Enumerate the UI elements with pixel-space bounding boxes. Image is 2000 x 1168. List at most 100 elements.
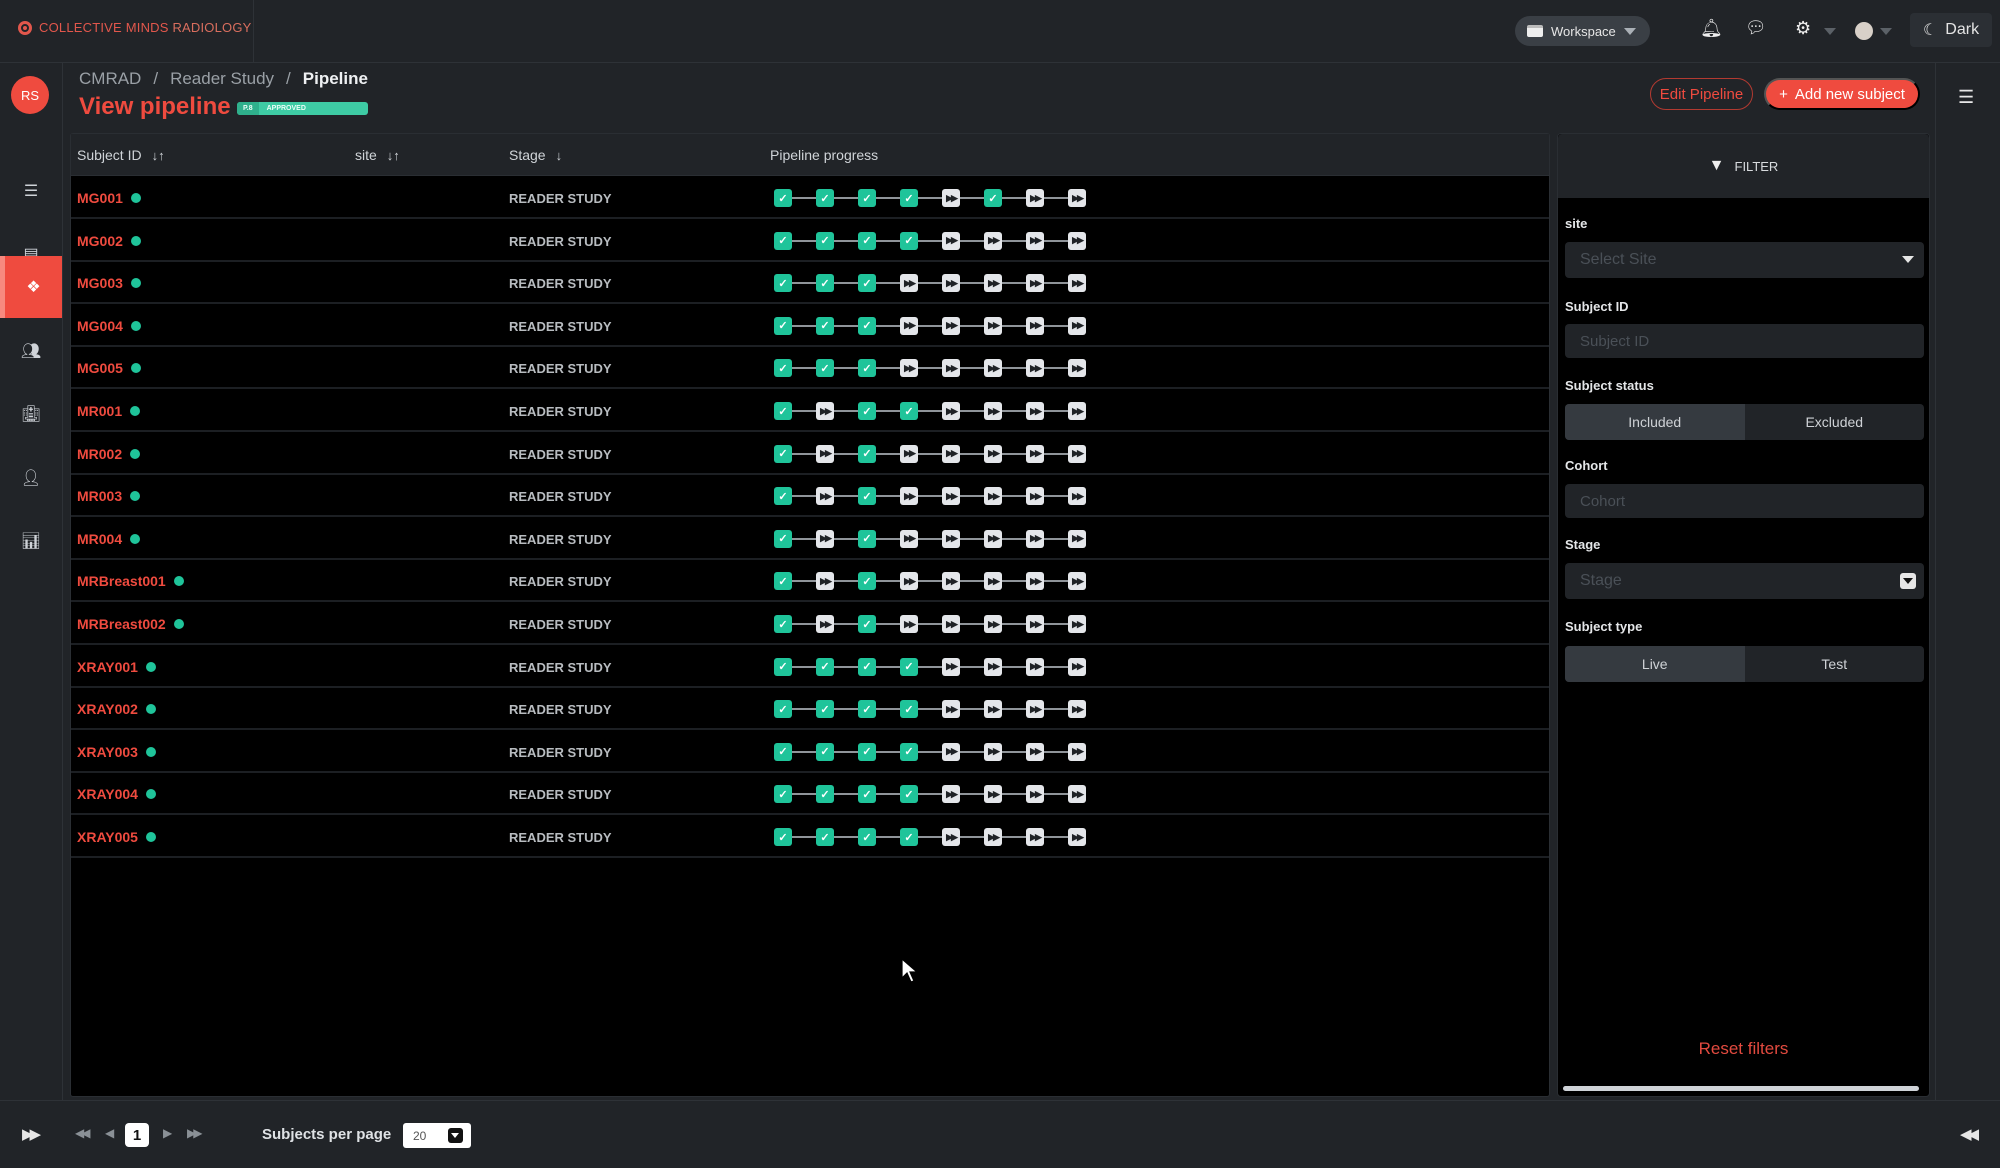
step-pending-icon[interactable]: ▶▶	[1068, 615, 1086, 633]
step-pending-icon[interactable]: ▶▶	[984, 828, 1002, 846]
type-live-option[interactable]: Live	[1565, 646, 1745, 682]
collapse-panel-icon[interactable]: ◀◀	[1960, 1125, 1979, 1143]
step-pending-icon[interactable]: ▶▶	[900, 316, 918, 335]
table-row[interactable]: XRAY003 READER STUDY ✓ ✓ ✓ ✓ ▶▶ ▶▶ ▶▶ ▶▶	[71, 731, 1549, 773]
step-complete-icon[interactable]: ✓	[774, 615, 792, 633]
column-stage[interactable]: Stage ↓	[509, 147, 562, 163]
step-pending-icon[interactable]: ▶▶	[1026, 189, 1044, 207]
step-pending-icon[interactable]: ▶▶	[1068, 274, 1086, 293]
step-complete-icon[interactable]: ✓	[816, 700, 834, 719]
step-pending-icon[interactable]: ▶▶	[984, 529, 1002, 548]
step-complete-icon[interactable]: ✓	[774, 444, 792, 463]
subject-id[interactable]: XRAY004	[77, 786, 138, 802]
menu-icon[interactable]: ☰	[1958, 87, 1974, 108]
subject-id-link[interactable]: MG002	[77, 233, 141, 249]
table-row[interactable]: MG005 READER STUDY ✓ ✓ ✓ ▶▶ ▶▶ ▶▶ ▶▶ ▶▶	[71, 347, 1549, 390]
step-complete-icon[interactable]: ✓	[858, 828, 876, 846]
step-complete-icon[interactable]: ✓	[984, 189, 1002, 207]
stage-select[interactable]: Stage	[1565, 563, 1924, 599]
bell-icon[interactable]: 🔔︎	[1700, 18, 1723, 39]
subject-id[interactable]: MR003	[77, 488, 122, 504]
step-pending-icon[interactable]: ▶▶	[984, 231, 1002, 250]
step-pending-icon[interactable]: ▶▶	[816, 529, 834, 548]
subject-id-link[interactable]: MRBreast001	[77, 573, 184, 589]
table-row[interactable]: MRBreast002 READER STUDY ✓ ▶▶ ✓ ▶▶ ▶▶ ▶▶ ▶▶ ▶▶	[71, 603, 1549, 645]
subject-id-link[interactable]: MG001	[77, 190, 141, 206]
step-complete-icon[interactable]: ✓	[816, 657, 834, 676]
step-pending-icon[interactable]: ▶▶	[1026, 529, 1044, 548]
table-row[interactable]: MR002 READER STUDY ✓ ▶▶ ✓ ▶▶ ▶▶ ▶▶ ▶▶ ▶▶	[71, 433, 1549, 475]
table-row[interactable]: MG001 READER STUDY ✓ ✓ ✓ ✓ ▶▶ ✓ ▶▶ ▶▶	[71, 177, 1549, 219]
step-pending-icon[interactable]: ▶▶	[900, 572, 918, 591]
step-pending-icon[interactable]: ▶▶	[1068, 572, 1086, 591]
subject-id[interactable]: XRAY002	[77, 701, 138, 717]
step-pending-icon[interactable]: ▶▶	[816, 572, 834, 591]
step-pending-icon[interactable]: ▶▶	[942, 828, 960, 846]
step-pending-icon[interactable]: ▶▶	[942, 487, 960, 506]
table-row[interactable]: MG004 READER STUDY ✓ ✓ ✓ ▶▶ ▶▶ ▶▶ ▶▶ ▶▶	[71, 305, 1549, 347]
step-pending-icon[interactable]: ▶▶	[1026, 274, 1044, 293]
step-complete-icon[interactable]: ✓	[858, 359, 876, 378]
step-pending-icon[interactable]: ▶▶	[900, 359, 918, 378]
table-row[interactable]: XRAY005 READER STUDY ✓ ✓ ✓ ✓ ▶▶ ▶▶ ▶▶ ▶▶	[71, 816, 1549, 858]
per-page-select[interactable]: 20	[403, 1123, 471, 1148]
step-pending-icon[interactable]: ▶▶	[984, 359, 1002, 378]
step-pending-icon[interactable]: ▶▶	[984, 274, 1002, 293]
subject-id-link[interactable]: MR002	[77, 446, 141, 462]
step-pending-icon[interactable]: ▶▶	[1068, 785, 1086, 804]
subject-id[interactable]: MG004	[77, 318, 123, 334]
step-pending-icon[interactable]: ▶▶	[1068, 231, 1086, 250]
user-chevron-icon[interactable]	[1880, 28, 1892, 35]
step-complete-icon[interactable]: ✓	[816, 785, 834, 804]
step-complete-icon[interactable]: ✓	[816, 189, 834, 207]
sort-icon[interactable]: ↓↑	[387, 148, 400, 163]
breadcrumb-reader-study[interactable]: Reader Study	[170, 69, 274, 89]
sidebar-item-pipeline[interactable]: ❖	[0, 256, 62, 318]
step-complete-icon[interactable]: ✓	[900, 742, 918, 761]
step-complete-icon[interactable]: ✓	[774, 785, 792, 804]
step-pending-icon[interactable]: ▶▶	[900, 487, 918, 506]
step-pending-icon[interactable]: ▶▶	[984, 785, 1002, 804]
workspace-dropdown[interactable]: Workspace	[1515, 16, 1650, 46]
subject-id[interactable]: XRAY003	[77, 744, 138, 760]
step-complete-icon[interactable]: ✓	[774, 359, 792, 378]
step-complete-icon[interactable]: ✓	[774, 189, 792, 207]
step-pending-icon[interactable]: ▶▶	[1068, 828, 1086, 846]
step-pending-icon[interactable]: ▶▶	[1026, 785, 1044, 804]
step-complete-icon[interactable]: ✓	[858, 487, 876, 506]
step-pending-icon[interactable]: ▶▶	[942, 572, 960, 591]
step-pending-icon[interactable]: ▶▶	[900, 444, 918, 463]
table-row[interactable]: MRBreast001 READER STUDY ✓ ▶▶ ✓ ▶▶ ▶▶ ▶▶ ▶▶ ▶▶	[71, 560, 1549, 603]
gear-icon[interactable]: ⚙︎	[1795, 18, 1811, 39]
table-row[interactable]: XRAY004 READER STUDY ✓ ✓ ✓ ✓ ▶▶ ▶▶ ▶▶ ▶▶	[71, 773, 1549, 816]
subject-id-link[interactable]: MR003	[77, 488, 141, 504]
prev-page-icon[interactable]: ◀	[105, 1126, 114, 1140]
step-complete-icon[interactable]: ✓	[774, 274, 792, 293]
subject-id[interactable]: MRBreast002	[77, 616, 166, 632]
step-complete-icon[interactable]: ✓	[774, 231, 792, 250]
step-pending-icon[interactable]: ▶▶	[942, 402, 960, 420]
step-complete-icon[interactable]: ✓	[858, 700, 876, 719]
table-row[interactable]: MG003 READER STUDY ✓ ✓ ✓ ▶▶ ▶▶ ▶▶ ▶▶ ▶▶	[71, 262, 1549, 305]
step-pending-icon[interactable]: ▶▶	[1068, 657, 1086, 676]
subject-id[interactable]: MR004	[77, 531, 122, 547]
sort-desc-icon[interactable]: ↓	[556, 148, 563, 163]
subject-id[interactable]: XRAY005	[77, 829, 138, 845]
theme-toggle-button[interactable]: ☾ Dark	[1910, 13, 1992, 47]
step-complete-icon[interactable]: ✓	[774, 487, 792, 506]
step-pending-icon[interactable]: ▶▶	[1026, 444, 1044, 463]
step-complete-icon[interactable]: ✓	[858, 402, 876, 420]
step-pending-icon[interactable]: ▶▶	[942, 316, 960, 335]
brand-logo[interactable]: COLLECTIVE MINDS RADIOLOGY	[18, 20, 252, 35]
table-row[interactable]: MR001 READER STUDY ✓ ▶▶ ✓ ✓ ▶▶ ▶▶ ▶▶ ▶▶	[71, 390, 1549, 432]
step-pending-icon[interactable]: ▶▶	[984, 316, 1002, 335]
subject-id-link[interactable]: MG003	[77, 275, 141, 291]
reset-filters-link[interactable]: Reset filters	[1558, 1039, 1929, 1059]
type-test-option[interactable]: Test	[1745, 646, 1925, 682]
sidebar-item-users[interactable]: 👥︎	[0, 320, 62, 382]
subject-id-input[interactable]	[1565, 324, 1924, 358]
subject-id-link[interactable]: XRAY001	[77, 659, 156, 675]
user-initials-avatar[interactable]: RS	[11, 76, 49, 114]
step-pending-icon[interactable]: ▶▶	[1026, 742, 1044, 761]
user-avatar[interactable]	[1855, 22, 1873, 40]
